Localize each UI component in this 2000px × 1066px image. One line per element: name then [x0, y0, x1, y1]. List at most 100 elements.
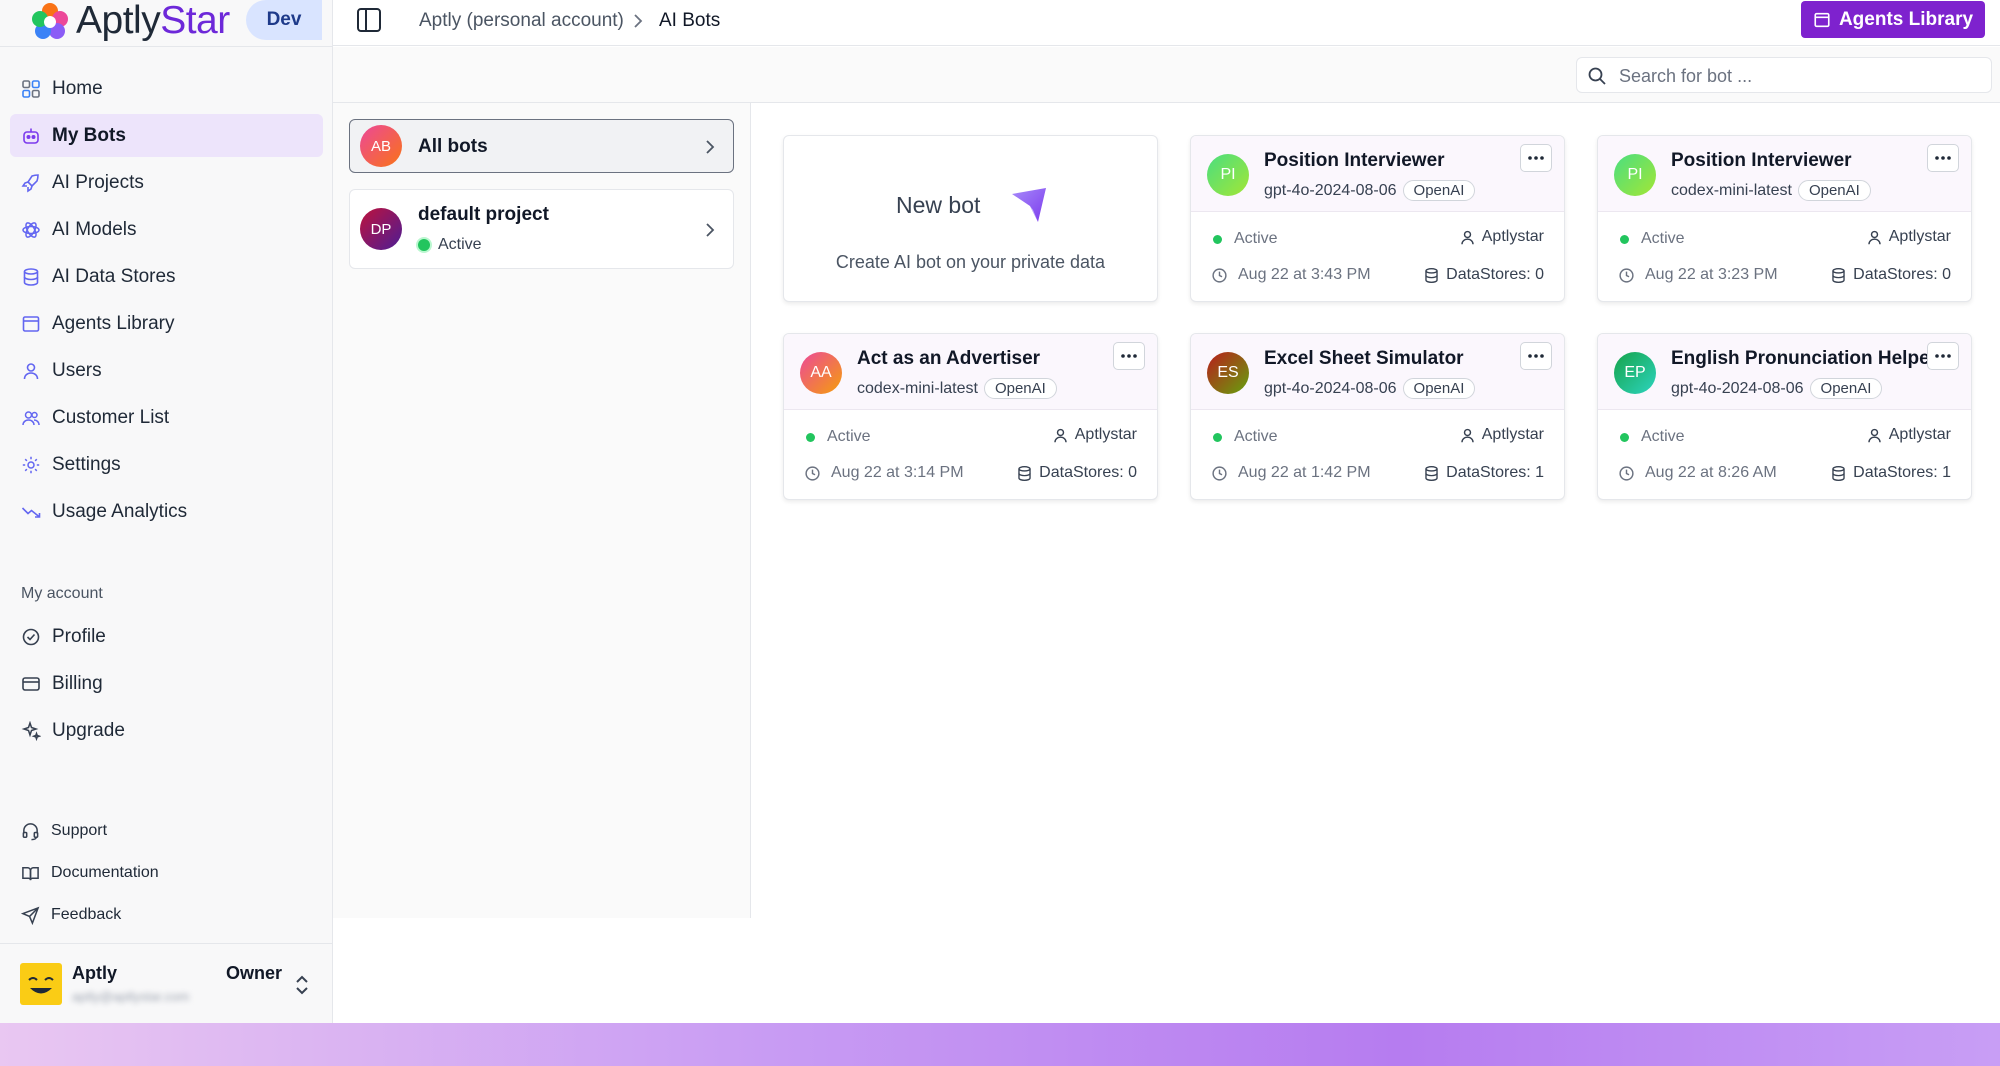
more-options-button[interactable] — [1113, 342, 1145, 370]
bot-name: Act as an Advertiser — [857, 348, 1041, 369]
nav-label: Usage Analytics — [52, 500, 188, 522]
top-bar: Aptly (personal account) AI Bots Agents … — [333, 0, 2000, 46]
clock-icon — [805, 465, 820, 481]
bot-datastores: DataStores: 0 — [1830, 266, 1951, 284]
breadcrumb-current: AI Bots — [659, 10, 721, 31]
chevron-right-icon — [706, 140, 715, 154]
bot-card[interactable]: AA Act as an Advertiser codex-mini-lates… — [783, 333, 1158, 500]
atom-icon — [22, 221, 40, 238]
environment-badge[interactable]: Dev — [246, 0, 322, 40]
bot-model: codex-mini-latest OpenAI — [1671, 180, 1871, 201]
bots-grid: New bot Create AI bot on your private da… — [751, 103, 2000, 918]
nav-item-my-bots[interactable]: My Bots — [10, 114, 323, 157]
nav-item-billing[interactable]: Billing — [10, 662, 323, 705]
nav-item-home[interactable]: Home — [10, 67, 323, 110]
nav-item-agents-library[interactable]: Agents Library — [10, 302, 323, 345]
nav-item-profile[interactable]: Profile — [10, 615, 323, 658]
search-box[interactable] — [1576, 57, 1992, 93]
avatar: ES — [1207, 352, 1249, 394]
database-icon — [1425, 267, 1438, 283]
project-name: default project — [418, 204, 549, 225]
sidebar-toggle-icon[interactable] — [355, 6, 383, 34]
nav-item-ai-models[interactable]: AI Models — [10, 208, 323, 251]
more-options-button[interactable] — [1520, 342, 1552, 370]
support-nav: Support Documentation Feedback — [10, 810, 323, 936]
avatar: DP — [360, 208, 402, 250]
bot-name: English Pronunciation Helper — [1671, 348, 1938, 369]
nav-item-ai-projects[interactable]: AI Projects — [10, 161, 323, 204]
nav-item-customer-list[interactable]: Customer List — [10, 396, 323, 439]
bot-model: gpt-4o-2024-08-06 OpenAI — [1671, 378, 1883, 399]
nav-item-upgrade[interactable]: Upgrade — [10, 709, 323, 752]
sidebar: AptlyStar Dev Home My Bots AI Projects A… — [0, 0, 333, 1023]
bot-card[interactable]: PI Position Interviewer gpt-4o-2024-08-0… — [1190, 135, 1565, 302]
user-menu[interactable]: Aptly Owner aptly@aptlystar.com — [20, 961, 320, 1007]
status-dot — [1213, 432, 1222, 442]
divider — [0, 46, 333, 47]
avatar: AB — [360, 125, 402, 167]
bot-date: Aug 22 at 3:14 PM — [804, 464, 964, 482]
nav-label: Customer List — [52, 406, 170, 428]
user-name: Aptly — [72, 963, 117, 983]
agents-library-label: Agents Library — [1838, 8, 1974, 30]
bot-card[interactable]: ES Excel Sheet Simulator gpt-4o-2024-08-… — [1190, 333, 1565, 500]
nav-label: Users — [52, 359, 102, 381]
nav-label: AI Data Stores — [52, 265, 176, 287]
bot-card-header: PI Position Interviewer codex-mini-lates… — [1598, 136, 1971, 212]
nav-item-ai-data-stores[interactable]: AI Data Stores — [10, 255, 323, 298]
user-icon — [1868, 230, 1881, 244]
agents-library-button[interactable]: Agents Library — [1801, 1, 1985, 38]
nav-item-support[interactable]: Support — [10, 810, 323, 852]
status-badge: Active — [806, 428, 871, 446]
new-bot-subtitle: Create AI bot on your private data — [835, 252, 1106, 272]
status-dot — [1620, 432, 1629, 442]
section-label-my-account: My account — [21, 585, 103, 602]
nav-item-settings[interactable]: Settings — [10, 443, 323, 486]
chevron-up-down-icon[interactable] — [292, 973, 312, 997]
database-icon — [1425, 465, 1438, 481]
credit-card-icon — [22, 676, 40, 691]
status-badge: Active — [418, 236, 482, 254]
nav-label: Settings — [52, 453, 121, 475]
clock-icon — [1619, 465, 1634, 481]
status-dot — [1213, 234, 1222, 244]
home-grid-icon — [22, 79, 40, 98]
nav-label: Home — [52, 77, 103, 99]
project-item-default-project[interactable]: DP default project Active — [349, 189, 734, 269]
bot-name: Position Interviewer — [1671, 150, 1852, 171]
more-options-button[interactable] — [1927, 144, 1959, 172]
new-bot-card[interactable]: New bot Create AI bot on your private da… — [783, 135, 1158, 302]
avatar: PI — [1207, 154, 1249, 196]
bot-card[interactable]: EP English Pronunciation Helper gpt-4o-2… — [1597, 333, 1972, 500]
send-icon — [21, 906, 40, 925]
nav-label: Billing — [52, 672, 103, 694]
sparkles-icon — [21, 720, 41, 741]
more-options-button[interactable] — [1520, 144, 1552, 172]
more-options-button[interactable] — [1927, 342, 1959, 370]
paper-plane-icon — [1012, 188, 1046, 222]
chevron-right-icon — [706, 223, 715, 237]
nav-item-users[interactable]: Users — [10, 349, 323, 392]
bot-name: Excel Sheet Simulator — [1264, 348, 1464, 369]
headset-icon — [22, 822, 39, 840]
chevron-right-icon — [634, 14, 643, 28]
search-input[interactable] — [1617, 62, 1977, 90]
user-icon — [1461, 230, 1474, 244]
project-item-all-bots[interactable]: AB All bots — [349, 119, 734, 173]
nav-item-documentation[interactable]: Documentation — [10, 852, 323, 894]
divider — [0, 943, 333, 944]
user-icon — [1054, 428, 1067, 442]
book-icon — [22, 866, 39, 880]
more-horizontal-icon — [1121, 354, 1137, 358]
new-bot-title: New bot — [896, 192, 981, 218]
status-badge: Active — [1213, 428, 1278, 446]
nav-item-usage-analytics[interactable]: Usage Analytics — [10, 490, 323, 533]
rocket-icon — [21, 173, 39, 192]
bot-card[interactable]: PI Position Interviewer codex-mini-lates… — [1597, 135, 1972, 302]
bot-owner: Aptlystar — [1866, 228, 1951, 246]
brand[interactable]: AptlyStar — [30, 0, 230, 42]
database-icon — [1018, 465, 1031, 481]
nav-item-feedback[interactable]: Feedback — [10, 894, 323, 936]
breadcrumb-account[interactable]: Aptly (personal account) — [419, 10, 624, 32]
status-badge: Active — [1620, 428, 1685, 446]
